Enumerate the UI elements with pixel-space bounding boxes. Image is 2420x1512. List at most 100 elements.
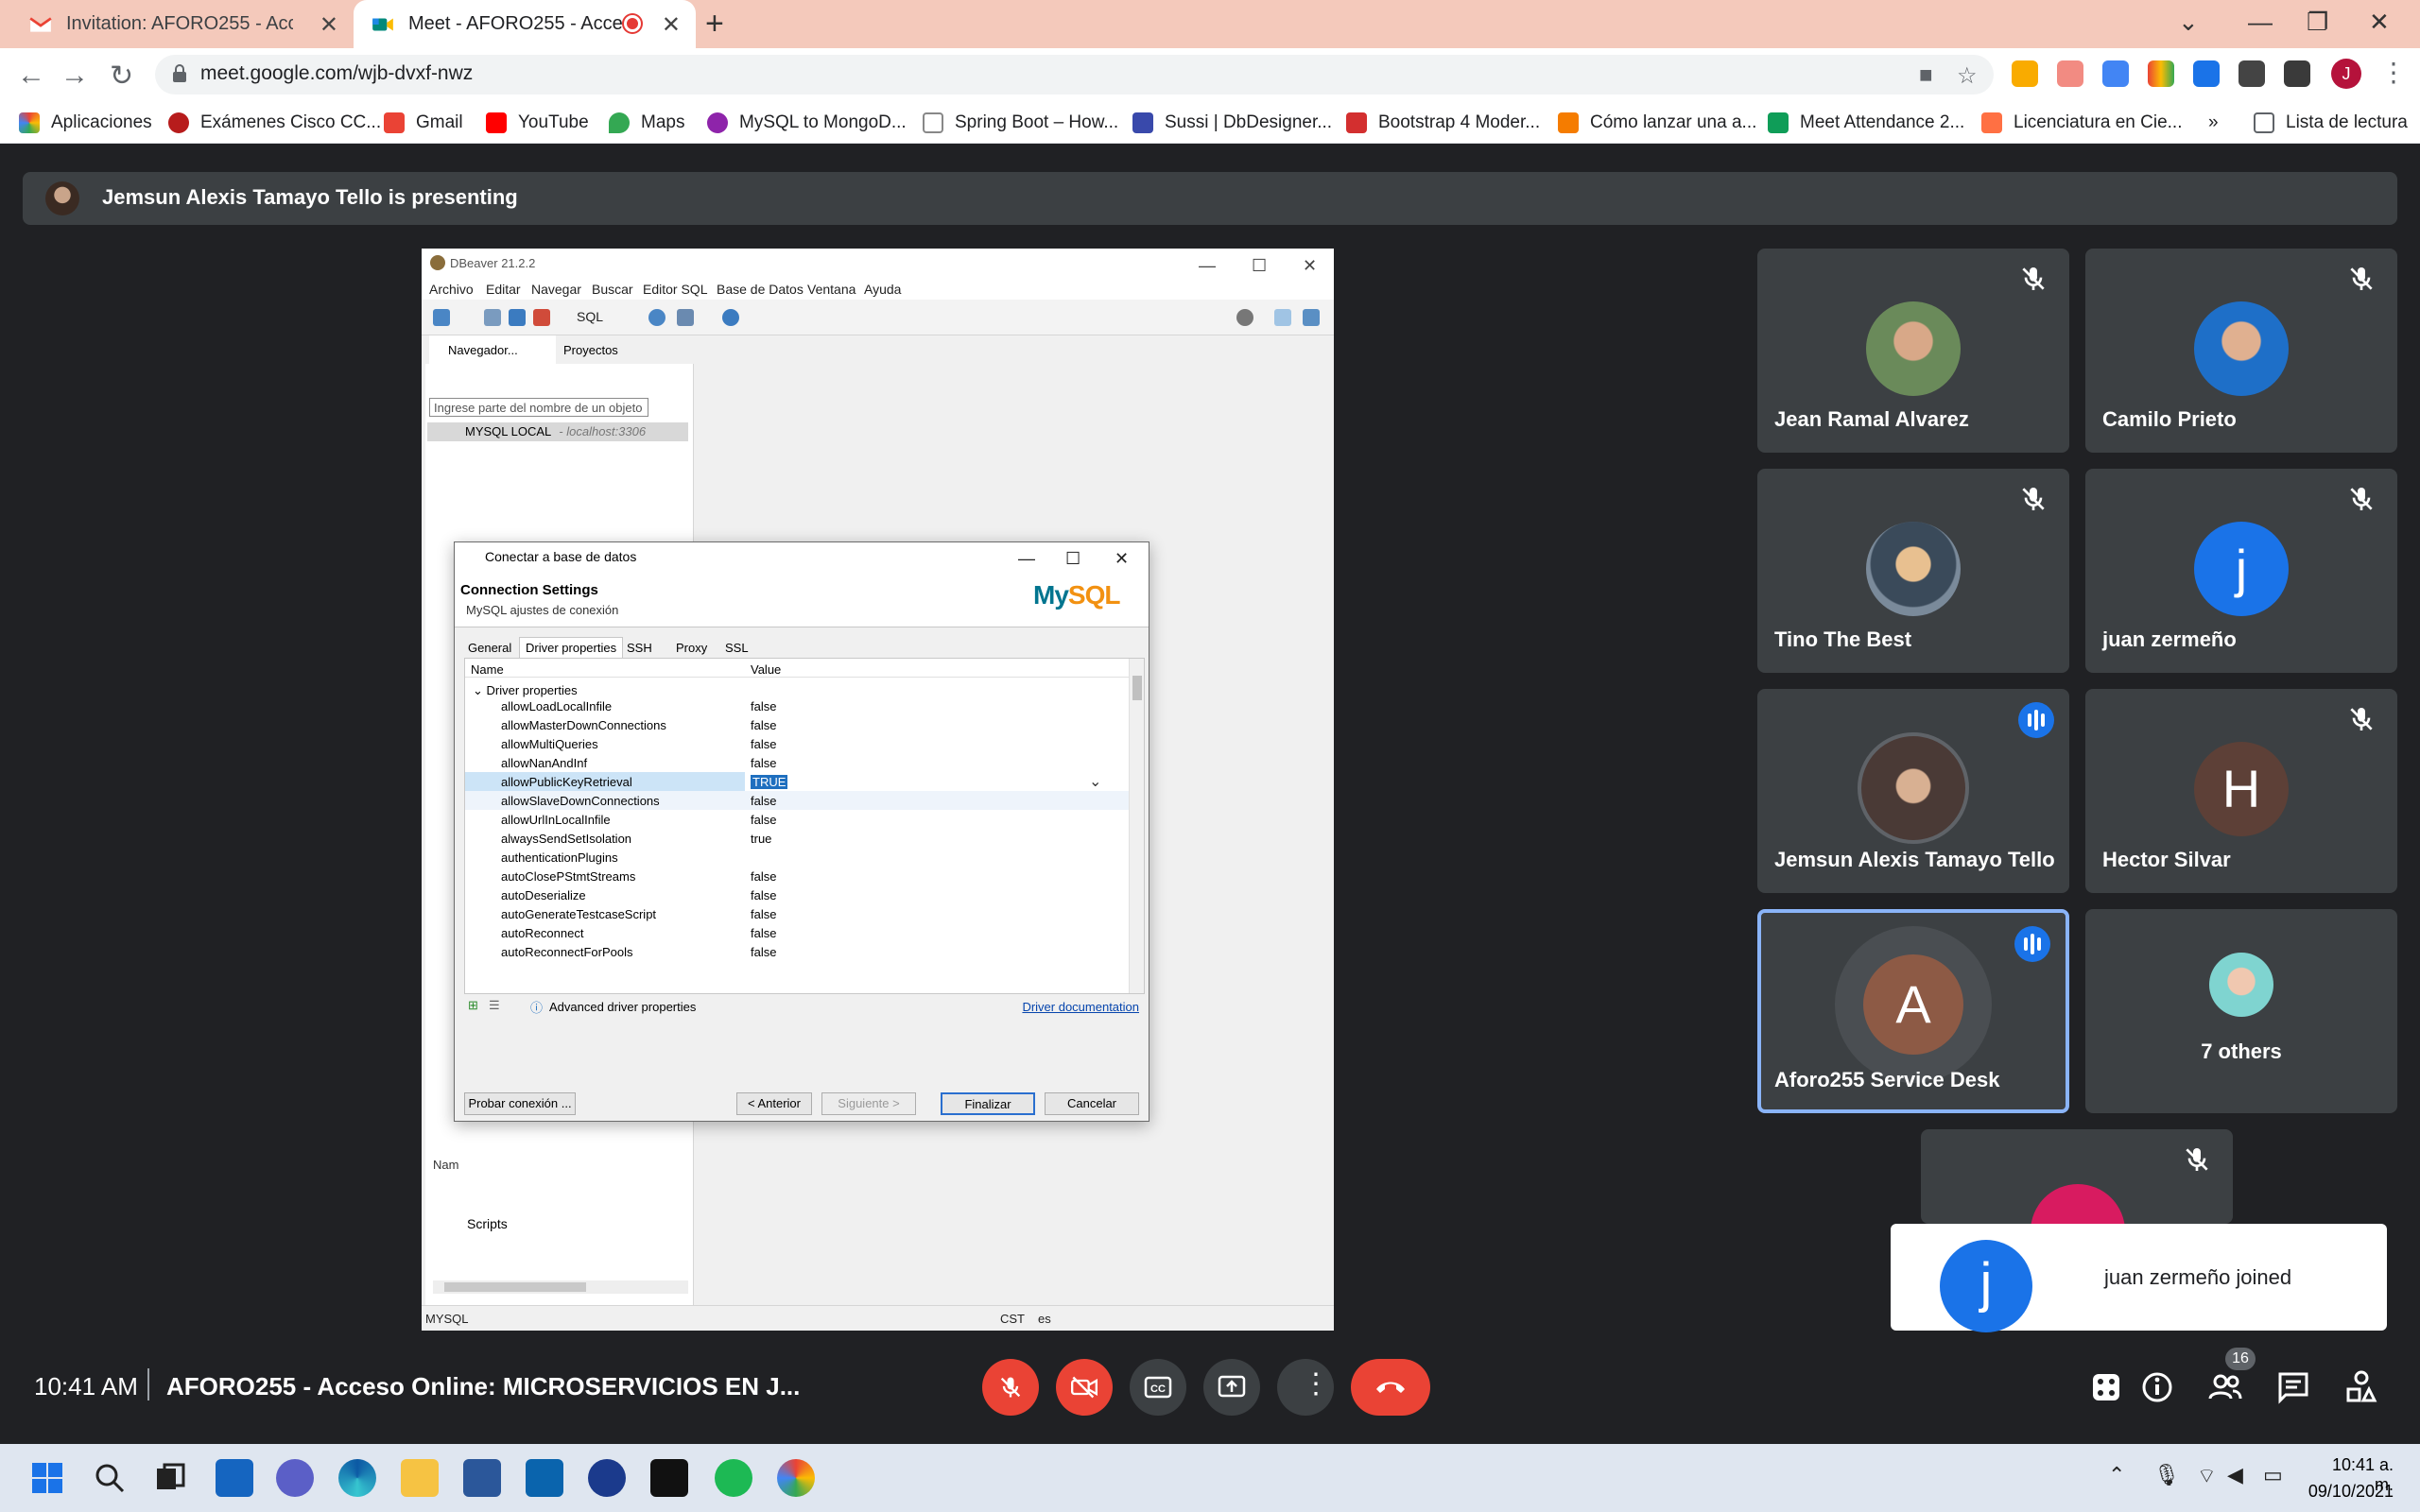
value-dropdown-icon[interactable]: ⌄ bbox=[1089, 772, 1101, 791]
property-value[interactable]: false bbox=[751, 813, 776, 827]
extension-icon[interactable] bbox=[2012, 60, 2038, 87]
reading-list-button[interactable]: Lista de lectura bbox=[2254, 102, 2408, 144]
participant-tile-active-speaker[interactable]: A Aforo255 Service Desk bbox=[1757, 909, 2069, 1113]
bookmark-item[interactable]: Exámenes Cisco CC... bbox=[168, 102, 381, 144]
bookmark-item[interactable]: Meet Attendance 2... bbox=[1768, 102, 1964, 144]
captions-button[interactable]: CC bbox=[1130, 1359, 1186, 1416]
property-value[interactable]: false bbox=[751, 945, 776, 959]
browser-tab-meet[interactable]: Meet - AFORO255 - Acceso ✕ bbox=[354, 0, 696, 48]
activities-icon[interactable] bbox=[2087, 1368, 2125, 1406]
back-icon[interactable]: ← bbox=[17, 60, 45, 92]
property-row[interactable]: allowSlaveDownConnections false bbox=[465, 791, 1129, 810]
add-property-icon[interactable]: ⊞ bbox=[468, 998, 478, 1013]
teams-chat-icon[interactable] bbox=[276, 1459, 314, 1497]
connect-icon[interactable] bbox=[484, 309, 501, 326]
camera-toggle-button[interactable] bbox=[1056, 1359, 1113, 1416]
terminal-icon[interactable] bbox=[650, 1459, 688, 1497]
property-value[interactable]: false bbox=[751, 718, 776, 732]
property-row[interactable]: allowLoadLocalInfile false bbox=[465, 696, 1129, 715]
bookmark-item[interactable]: YouTube bbox=[486, 102, 589, 144]
property-row[interactable]: allowUrlInLocalInfile false bbox=[465, 810, 1129, 829]
property-row[interactable]: allowNanAndInf false bbox=[465, 753, 1129, 772]
new-connection-icon[interactable] bbox=[433, 309, 450, 326]
menu-editar[interactable]: Editar bbox=[486, 282, 521, 297]
camera-icon[interactable]: ■ bbox=[1919, 62, 1933, 89]
property-row[interactable]: autoClosePStmtStreams false bbox=[465, 867, 1129, 885]
battery-icon[interactable]: ▭ bbox=[2263, 1463, 2283, 1487]
test-connection-button[interactable]: Probar conexión ... bbox=[464, 1092, 576, 1115]
vertical-scrollbar[interactable] bbox=[1129, 659, 1144, 993]
perspective-icon[interactable] bbox=[1274, 309, 1291, 326]
disconnect-icon[interactable] bbox=[533, 309, 550, 326]
info-icon[interactable] bbox=[2138, 1368, 2176, 1406]
back-button[interactable]: < Anterior bbox=[736, 1092, 812, 1115]
scrollbar-thumb[interactable] bbox=[444, 1282, 586, 1292]
mic-toggle-button[interactable] bbox=[982, 1359, 1039, 1416]
others-tile[interactable]: 7 others bbox=[2085, 909, 2397, 1113]
restore-icon[interactable]: ❐ bbox=[2307, 8, 2328, 37]
search-icon[interactable] bbox=[1236, 309, 1253, 326]
bookmark-item[interactable]: Bootstrap 4 Moder... bbox=[1346, 102, 1540, 144]
maximize-icon[interactable]: ☐ bbox=[1065, 549, 1080, 569]
edge-icon[interactable] bbox=[338, 1459, 376, 1497]
close-icon[interactable]: ✕ bbox=[1303, 256, 1317, 276]
forward-icon[interactable]: → bbox=[60, 60, 89, 92]
property-value[interactable]: false bbox=[751, 907, 776, 921]
property-value[interactable]: false bbox=[751, 926, 776, 940]
wifi-icon[interactable]: ⌔ bbox=[2197, 1463, 2217, 1489]
menu-archivo[interactable]: Archivo bbox=[429, 282, 474, 297]
remove-property-icon[interactable]: ☰ bbox=[489, 998, 500, 1013]
close-window-icon[interactable]: ✕ bbox=[2369, 8, 2390, 37]
extension-icon[interactable] bbox=[2284, 60, 2310, 87]
participant-tile[interactable]: Jean Ramal Alvarez bbox=[1757, 249, 2069, 453]
file-explorer-icon[interactable] bbox=[401, 1459, 439, 1497]
bookmark-item[interactable]: MySQL to MongoD... bbox=[707, 102, 907, 144]
tab-ssh[interactable]: SSH bbox=[627, 641, 652, 655]
widgets-icon[interactable] bbox=[216, 1459, 253, 1497]
translate-icon[interactable] bbox=[2193, 60, 2220, 87]
participant-tile[interactable]: Tino The Best bbox=[1757, 469, 2069, 673]
property-row[interactable]: alwaysSendSetIsolation true bbox=[465, 829, 1129, 848]
property-value[interactable]: true bbox=[751, 832, 771, 846]
property-row[interactable]: authenticationPlugins bbox=[465, 848, 1129, 867]
commit-icon[interactable] bbox=[648, 309, 666, 326]
more-options-button[interactable]: ⋮ bbox=[1277, 1359, 1334, 1416]
participant-tile[interactable]: Jemsun Alexis Tamayo Tello bbox=[1757, 689, 2069, 893]
close-icon[interactable]: ✕ bbox=[320, 11, 338, 39]
maximize-icon[interactable]: ☐ bbox=[1252, 256, 1267, 276]
chrome-icon[interactable] bbox=[777, 1459, 815, 1497]
next-button[interactable]: Siguiente > bbox=[821, 1092, 916, 1115]
property-row[interactable]: allowPublicKeyRetrieval TRUE ⌄ bbox=[465, 772, 1129, 791]
sql-editor-button[interactable]: SQL bbox=[577, 309, 603, 324]
participant-tile[interactable] bbox=[1921, 1129, 2233, 1224]
property-value[interactable]: false bbox=[751, 888, 776, 902]
property-value[interactable]: false bbox=[751, 756, 776, 770]
chevron-up-icon[interactable]: ⌃ bbox=[2108, 1463, 2125, 1487]
participant-tile[interactable]: j juan zermeño bbox=[2085, 469, 2397, 673]
volume-icon[interactable]: ◀ bbox=[2227, 1463, 2243, 1487]
tab-proxy[interactable]: Proxy bbox=[676, 641, 707, 655]
task-view-icon[interactable] bbox=[151, 1459, 189, 1497]
property-row[interactable]: autoGenerateTestcaseScript false bbox=[465, 904, 1129, 923]
menu-ventana[interactable]: Ventana bbox=[807, 282, 856, 297]
property-row[interactable]: autoDeserialize false bbox=[465, 885, 1129, 904]
bookmark-star-icon[interactable]: ☆ bbox=[1957, 62, 1978, 90]
search-icon[interactable] bbox=[722, 309, 739, 326]
finish-button[interactable]: Finalizar bbox=[941, 1092, 1035, 1115]
profile-avatar[interactable]: J bbox=[2331, 59, 2361, 89]
spotify-icon[interactable] bbox=[715, 1459, 752, 1497]
bookmark-item[interactable]: Aplicaciones bbox=[19, 102, 152, 144]
menu-ayuda[interactable]: Ayuda bbox=[864, 282, 901, 297]
scrollbar-thumb[interactable] bbox=[1132, 676, 1142, 700]
more-vert-icon[interactable]: ⋮ bbox=[2380, 57, 2407, 88]
bookmark-item[interactable]: Gmail bbox=[384, 102, 463, 144]
windows-start-icon[interactable] bbox=[28, 1459, 66, 1497]
extension-icon[interactable] bbox=[2057, 60, 2083, 87]
horizontal-scrollbar[interactable] bbox=[433, 1280, 688, 1294]
store-icon[interactable] bbox=[463, 1459, 501, 1497]
property-value[interactable]: false bbox=[751, 869, 776, 884]
object-filter-input[interactable]: Ingrese parte del nombre de un objeto bbox=[429, 398, 648, 417]
bookmark-item[interactable]: Spring Boot – How... bbox=[923, 102, 1118, 144]
leave-call-button[interactable] bbox=[1351, 1359, 1430, 1416]
refresh-icon[interactable] bbox=[509, 309, 526, 326]
